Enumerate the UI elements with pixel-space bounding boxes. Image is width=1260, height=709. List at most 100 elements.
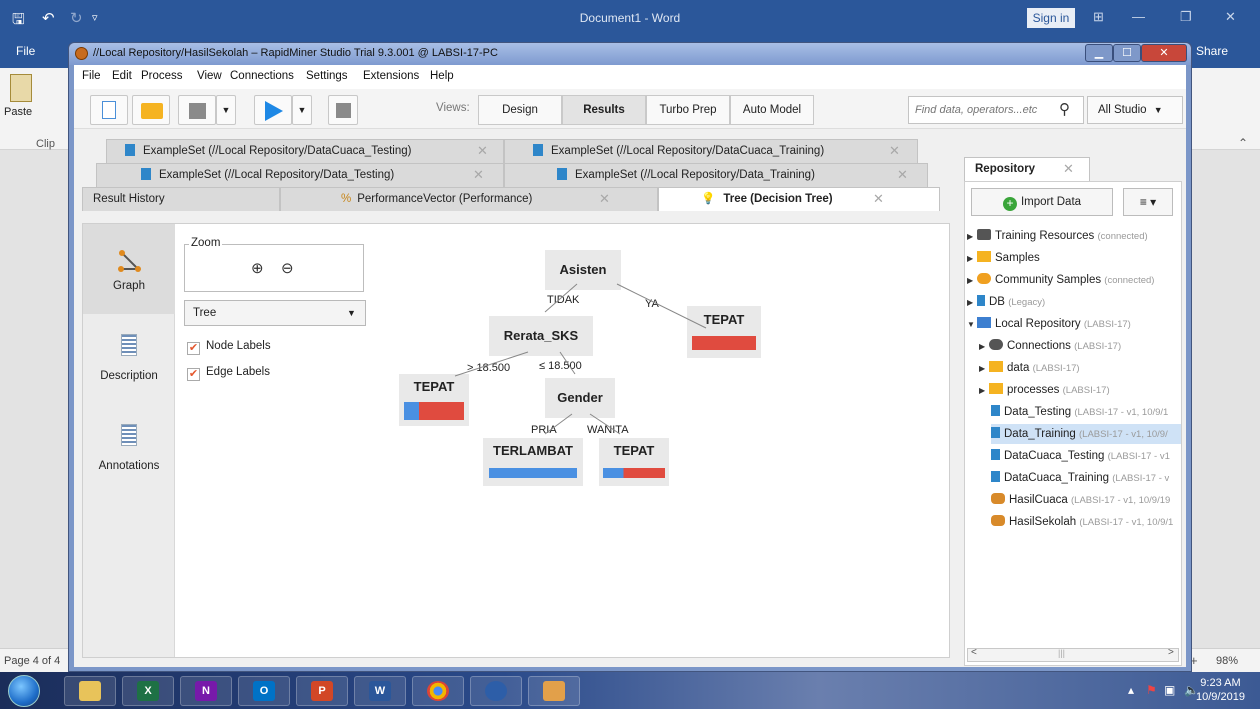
search-box[interactable]: ⚲	[908, 96, 1084, 124]
menu-connections[interactable]: Connections	[230, 70, 294, 82]
taskbar-chrome[interactable]	[412, 676, 464, 706]
repo-item-hasilsekolah[interactable]: HasilSekolah (LABSI-17 - v1, 10/9/1	[991, 512, 1173, 532]
repo-item-local-repository[interactable]: ▼ Local Repository (LABSI-17)	[967, 314, 1131, 334]
menu-edit[interactable]: Edit	[112, 70, 132, 82]
tree-leaf-wanita[interactable]: TEPAT	[599, 438, 669, 486]
sign-in-button[interactable]: Sign in	[1027, 8, 1075, 28]
run-dropdown[interactable]: ▼	[292, 95, 312, 125]
word-minimize-icon[interactable]: —	[1132, 9, 1145, 24]
sidenav-annotations[interactable]: Annotations	[83, 424, 175, 494]
paste-icon[interactable]	[10, 74, 32, 102]
tab-data-testing[interactable]: ExampleSet (//Local Repository/Data_Test…	[96, 163, 504, 187]
tree-node-asisten[interactable]: Asisten	[545, 250, 621, 290]
close-tab-icon[interactable]: ✕	[477, 140, 488, 162]
run-process-button[interactable]	[254, 95, 292, 125]
scroll-right-icon[interactable]: >	[1168, 647, 1174, 658]
tree-leaf-pria[interactable]: TERLAMBAT	[483, 438, 583, 486]
repo-item-training-resources[interactable]: ▶ Training Resources (connected)	[967, 226, 1148, 246]
tree-node-rerata-sks[interactable]: Rerata_SKS	[489, 316, 593, 356]
taskbar-onenote[interactable]: N	[180, 676, 232, 706]
close-tab-icon[interactable]: ✕	[897, 164, 908, 186]
maximize-button[interactable]: ☐	[1113, 44, 1141, 62]
taskbar-file-explorer[interactable]	[64, 676, 116, 706]
tab-result-history[interactable]: Result History	[82, 187, 280, 211]
menu-file[interactable]: File	[82, 70, 101, 82]
view-design-button[interactable]: Design	[478, 95, 562, 125]
save-dropdown[interactable]: ▼	[216, 95, 236, 125]
repo-item-hasilcuaca[interactable]: HasilCuaca (LABSI-17 - v1, 10/9/19	[991, 490, 1170, 510]
repo-item-data[interactable]: ▶ data (LABSI-17)	[979, 358, 1080, 378]
taskbar-app[interactable]	[470, 676, 522, 706]
close-tab-icon[interactable]: ✕	[599, 188, 610, 210]
tab-datacuaca-training[interactable]: ExampleSet (//Local Repository/DataCuaca…	[504, 139, 918, 163]
layout-select[interactable]: Tree ▼	[184, 300, 366, 326]
word-file-tab[interactable]: File	[16, 44, 35, 58]
repo-item-connections[interactable]: ▶ Connections (LABSI-17)	[979, 336, 1121, 356]
tab-datacuaca-testing[interactable]: ExampleSet (//Local Repository/DataCuaca…	[106, 139, 504, 163]
menu-extensions[interactable]: Extensions	[363, 70, 419, 82]
stop-process-button[interactable]	[328, 95, 358, 125]
view-turbo-prep-button[interactable]: Turbo Prep	[646, 95, 730, 125]
close-button[interactable]: ✕	[1141, 44, 1187, 62]
clock[interactable]: 9:23 AM 10/9/2019	[1196, 676, 1245, 704]
tab-decision-tree[interactable]: 💡 Tree (Decision Tree) ✕	[658, 187, 940, 211]
search-icon[interactable]: ⚲	[1059, 100, 1070, 118]
open-process-button[interactable]	[132, 95, 170, 125]
menu-help[interactable]: Help	[430, 70, 454, 82]
tab-performance-vector[interactable]: % PerformanceVector (Performance) ✕	[280, 187, 658, 211]
menu-process[interactable]: Process	[141, 70, 183, 82]
scroll-thumb-icon[interactable]: |||	[1058, 648, 1065, 658]
taskbar-word[interactable]: W	[354, 676, 406, 706]
sidenav-graph[interactable]: Graph	[83, 224, 175, 314]
sidenav-description[interactable]: Description	[83, 334, 175, 404]
repo-item-samples[interactable]: ▶ Samples	[967, 248, 1040, 268]
word-share-button[interactable]: Share	[1196, 44, 1228, 58]
repository-tab[interactable]: Repository ✕	[964, 157, 1090, 181]
tree-leaf-ya[interactable]: TEPAT	[687, 306, 761, 358]
new-process-button[interactable]	[90, 95, 128, 125]
horizontal-scrollbar[interactable]: < ||| >	[967, 647, 1179, 662]
import-data-button[interactable]: + Import Data	[971, 188, 1113, 216]
view-auto-model-button[interactable]: Auto Model	[730, 95, 814, 125]
view-results-button[interactable]: Results	[562, 95, 646, 125]
word-close-icon[interactable]: ✕	[1225, 9, 1236, 25]
tray-expand-icon[interactable]: ▴	[1128, 683, 1134, 697]
minimize-button[interactable]: ▁	[1085, 44, 1113, 62]
repo-item-data-training[interactable]: Data_Training (LABSI-17 - v1, 10/9/	[991, 424, 1181, 444]
taskbar-rapidminer[interactable]	[528, 676, 580, 706]
repo-item-data-testing[interactable]: Data_Testing (LABSI-17 - v1, 10/9/1	[991, 402, 1168, 422]
node-labels-checkbox[interactable]: ✔ Node Labels	[187, 340, 271, 355]
edge-labels-checkbox[interactable]: ✔ Edge Labels	[187, 366, 270, 381]
tree-node-gender[interactable]: Gender	[545, 378, 615, 418]
zoom-in-icon[interactable]: ⊕	[251, 259, 264, 277]
repository-tab-label: Repository	[975, 163, 1036, 175]
repository-menu-button[interactable]: ≡ ▾	[1123, 188, 1173, 216]
network-icon[interactable]: ▣	[1164, 683, 1175, 697]
menu-view[interactable]: View	[197, 70, 222, 82]
save-process-button[interactable]	[178, 95, 216, 125]
repo-item-processes[interactable]: ▶ processes (LABSI-17)	[979, 380, 1110, 400]
zoom-out-icon[interactable]: ⊖	[281, 259, 294, 277]
close-tab-icon[interactable]: ✕	[889, 140, 900, 162]
scroll-left-icon[interactable]: <	[971, 647, 977, 658]
repo-item-datacuaca-training[interactable]: DataCuaca_Training (LABSI-17 - v	[991, 468, 1169, 488]
taskbar-powerpoint[interactable]: P	[296, 676, 348, 706]
repo-item-db[interactable]: ▶ DB (Legacy)	[967, 292, 1045, 312]
search-input[interactable]	[909, 97, 1049, 123]
start-button[interactable]	[8, 675, 40, 707]
taskbar-excel[interactable]: X	[122, 676, 174, 706]
tab-data-training[interactable]: ExampleSet (//Local Repository/Data_Trai…	[504, 163, 928, 187]
search-scope-dropdown[interactable]: All Studio ▼	[1087, 96, 1183, 124]
repo-item-community-samples[interactable]: ▶ Community Samples (connected)	[967, 270, 1154, 290]
close-tab-icon[interactable]: ✕	[473, 164, 484, 186]
tree-leaf-gt[interactable]: TEPAT	[399, 374, 469, 426]
collapse-ribbon-icon[interactable]: ⌃	[1238, 136, 1248, 150]
close-tab-icon[interactable]: ✕	[1063, 158, 1074, 180]
close-tab-icon[interactable]: ✕	[873, 188, 884, 210]
word-restore-icon[interactable]: ❐	[1180, 9, 1192, 25]
repo-item-datacuaca-testing[interactable]: DataCuaca_Testing (LABSI-17 - v1	[991, 446, 1170, 466]
taskbar-outlook[interactable]: O	[238, 676, 290, 706]
ribbon-display-icon[interactable]: ⊞	[1093, 9, 1104, 25]
menu-settings[interactable]: Settings	[306, 70, 348, 82]
action-center-icon[interactable]: ⚑	[1146, 683, 1157, 697]
